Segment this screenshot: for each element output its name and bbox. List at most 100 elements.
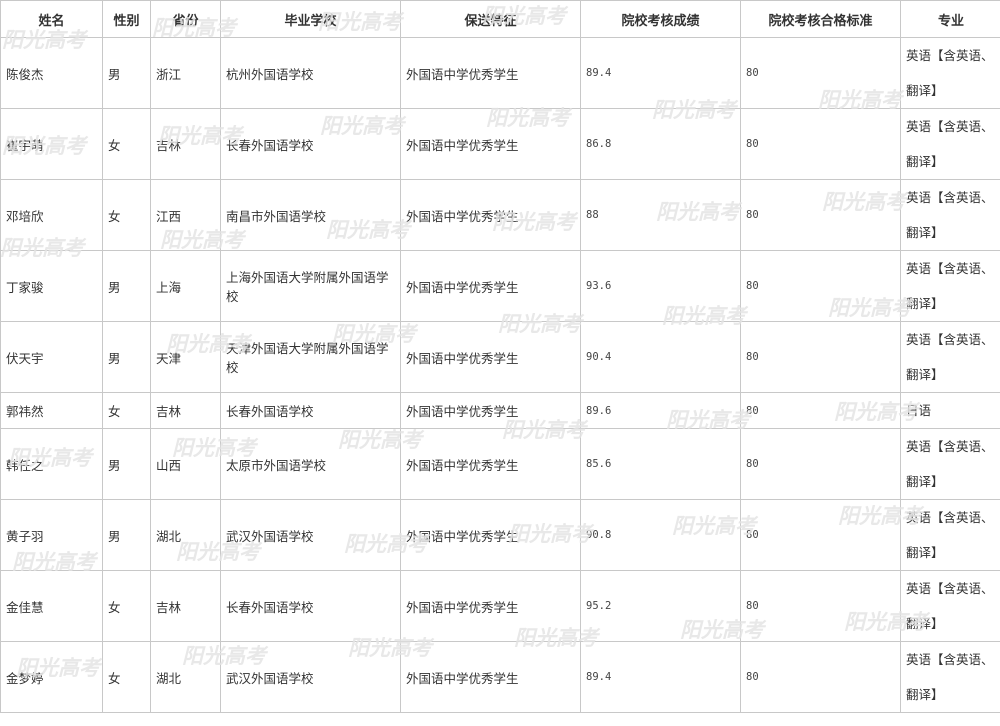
cell-feature: 外国语中学优秀学生	[400, 179, 581, 251]
header-province: 省份	[150, 0, 221, 38]
cell-gender: 男	[102, 428, 151, 500]
cell-standard: 80	[740, 37, 901, 109]
cell-province: 湖北	[150, 499, 221, 571]
cell-feature: 外国语中学优秀学生	[400, 570, 581, 642]
cell-feature: 外国语中学优秀学生	[400, 428, 581, 500]
cell-school: 天津外国语大学附属外国语学校	[220, 321, 401, 393]
header-gender: 性别	[102, 0, 151, 38]
table-row: 韩任之 男 山西 太原市外国语学校 外国语中学优秀学生 85.6 80 英语【含…	[0, 428, 1000, 500]
cell-score: 93.6	[580, 250, 741, 322]
cell-school: 长春外国语学校	[220, 570, 401, 642]
cell-gender: 女	[102, 108, 151, 180]
cell-gender: 女	[102, 392, 151, 429]
cell-major: 英语【含英语、翻译】	[900, 37, 1000, 109]
cell-standard: 80	[740, 321, 901, 393]
table-row: 伏天宇 男 天津 天津外国语大学附属外国语学校 外国语中学优秀学生 90.4 8…	[0, 321, 1000, 393]
cell-province: 湖北	[150, 641, 221, 713]
cell-school: 武汉外国语学校	[220, 499, 401, 571]
cell-feature: 外国语中学优秀学生	[400, 499, 581, 571]
cell-gender: 男	[102, 37, 151, 109]
cell-province: 江西	[150, 179, 221, 251]
cell-major: 英语【含英语、翻译】	[900, 428, 1000, 500]
cell-name: 崔宇萌	[0, 108, 103, 180]
cell-score: 89.4	[580, 641, 741, 713]
cell-major: 英语【含英语、翻译】	[900, 321, 1000, 393]
cell-standard: 80	[740, 641, 901, 713]
cell-major: 英语【含英语、翻译】	[900, 499, 1000, 571]
table-row: 邓培欣 女 江西 南昌市外国语学校 外国语中学优秀学生 88 80 英语【含英语…	[0, 179, 1000, 251]
header-feature: 保送特征	[400, 0, 581, 38]
cell-school: 太原市外国语学校	[220, 428, 401, 500]
cell-major: 英语【含英语、翻译】	[900, 108, 1000, 180]
cell-name: 丁家骏	[0, 250, 103, 322]
cell-province: 吉林	[150, 570, 221, 642]
header-score: 院校考核成绩	[580, 0, 741, 38]
cell-gender: 女	[102, 179, 151, 251]
cell-standard: 80	[740, 570, 901, 642]
cell-feature: 外国语中学优秀学生	[400, 37, 581, 109]
table-row: 丁家骏 男 上海 上海外国语大学附属外国语学校 外国语中学优秀学生 93.6 8…	[0, 250, 1000, 322]
header-major: 专业	[900, 0, 1000, 38]
cell-standard: 80	[740, 428, 901, 500]
cell-standard: 80	[740, 499, 901, 571]
cell-score: 90.4	[580, 321, 741, 393]
cell-name: 陈俊杰	[0, 37, 103, 109]
cell-gender: 女	[102, 641, 151, 713]
table-row: 金梦婷 女 湖北 武汉外国语学校 外国语中学优秀学生 89.4 80 英语【含英…	[0, 641, 1000, 713]
cell-standard: 80	[740, 250, 901, 322]
cell-gender: 男	[102, 250, 151, 322]
cell-name: 韩任之	[0, 428, 103, 500]
cell-name: 黄子羽	[0, 499, 103, 571]
table-row: 陈俊杰 男 浙江 杭州外国语学校 外国语中学优秀学生 89.4 80 英语【含英…	[0, 37, 1000, 109]
cell-score: 88	[580, 179, 741, 251]
cell-major: 日语	[900, 392, 1000, 429]
cell-school: 长春外国语学校	[220, 108, 401, 180]
table-row: 郭祎然 女 吉林 长春外国语学校 外国语中学优秀学生 89.6 80 日语	[0, 392, 1000, 429]
cell-gender: 男	[102, 321, 151, 393]
cell-major: 英语【含英语、翻译】	[900, 641, 1000, 713]
cell-major: 英语【含英语、翻译】	[900, 179, 1000, 251]
cell-gender: 男	[102, 499, 151, 571]
cell-feature: 外国语中学优秀学生	[400, 392, 581, 429]
cell-feature: 外国语中学优秀学生	[400, 641, 581, 713]
cell-name: 金佳慧	[0, 570, 103, 642]
cell-score: 95.2	[580, 570, 741, 642]
cell-major: 英语【含英语、翻译】	[900, 570, 1000, 642]
cell-standard: 80	[740, 179, 901, 251]
cell-school: 上海外国语大学附属外国语学校	[220, 250, 401, 322]
cell-name: 金梦婷	[0, 641, 103, 713]
cell-major: 英语【含英语、翻译】	[900, 250, 1000, 322]
header-name: 姓名	[0, 0, 103, 38]
table-row: 崔宇萌 女 吉林 长春外国语学校 外国语中学优秀学生 86.8 80 英语【含英…	[0, 108, 1000, 180]
cell-score: 89.4	[580, 37, 741, 109]
cell-name: 郭祎然	[0, 392, 103, 429]
cell-name: 伏天宇	[0, 321, 103, 393]
cell-gender: 女	[102, 570, 151, 642]
cell-province: 天津	[150, 321, 221, 393]
cell-standard: 80	[740, 108, 901, 180]
cell-feature: 外国语中学优秀学生	[400, 321, 581, 393]
cell-standard: 80	[740, 392, 901, 429]
cell-score: 85.6	[580, 428, 741, 500]
header-standard: 院校考核合格标准	[740, 0, 901, 38]
cell-province: 吉林	[150, 108, 221, 180]
cell-feature: 外国语中学优秀学生	[400, 108, 581, 180]
cell-feature: 外国语中学优秀学生	[400, 250, 581, 322]
cell-school: 武汉外国语学校	[220, 641, 401, 713]
cell-province: 上海	[150, 250, 221, 322]
admission-table: 姓名 性别 省份 毕业学校 保送特征 院校考核成绩 院校考核合格标准 专业 陈俊…	[0, 0, 1000, 713]
cell-school: 杭州外国语学校	[220, 37, 401, 109]
cell-score: 89.6	[580, 392, 741, 429]
cell-score: 86.8	[580, 108, 741, 180]
table-row: 金佳慧 女 吉林 长春外国语学校 外国语中学优秀学生 95.2 80 英语【含英…	[0, 570, 1000, 642]
cell-province: 山西	[150, 428, 221, 500]
cell-province: 吉林	[150, 392, 221, 429]
cell-province: 浙江	[150, 37, 221, 109]
cell-school: 南昌市外国语学校	[220, 179, 401, 251]
cell-score: 90.8	[580, 499, 741, 571]
table-row: 黄子羽 男 湖北 武汉外国语学校 外国语中学优秀学生 90.8 80 英语【含英…	[0, 499, 1000, 571]
cell-name: 邓培欣	[0, 179, 103, 251]
header-school: 毕业学校	[220, 0, 401, 38]
table-header-row: 姓名 性别 省份 毕业学校 保送特征 院校考核成绩 院校考核合格标准 专业	[0, 0, 1000, 38]
cell-school: 长春外国语学校	[220, 392, 401, 429]
